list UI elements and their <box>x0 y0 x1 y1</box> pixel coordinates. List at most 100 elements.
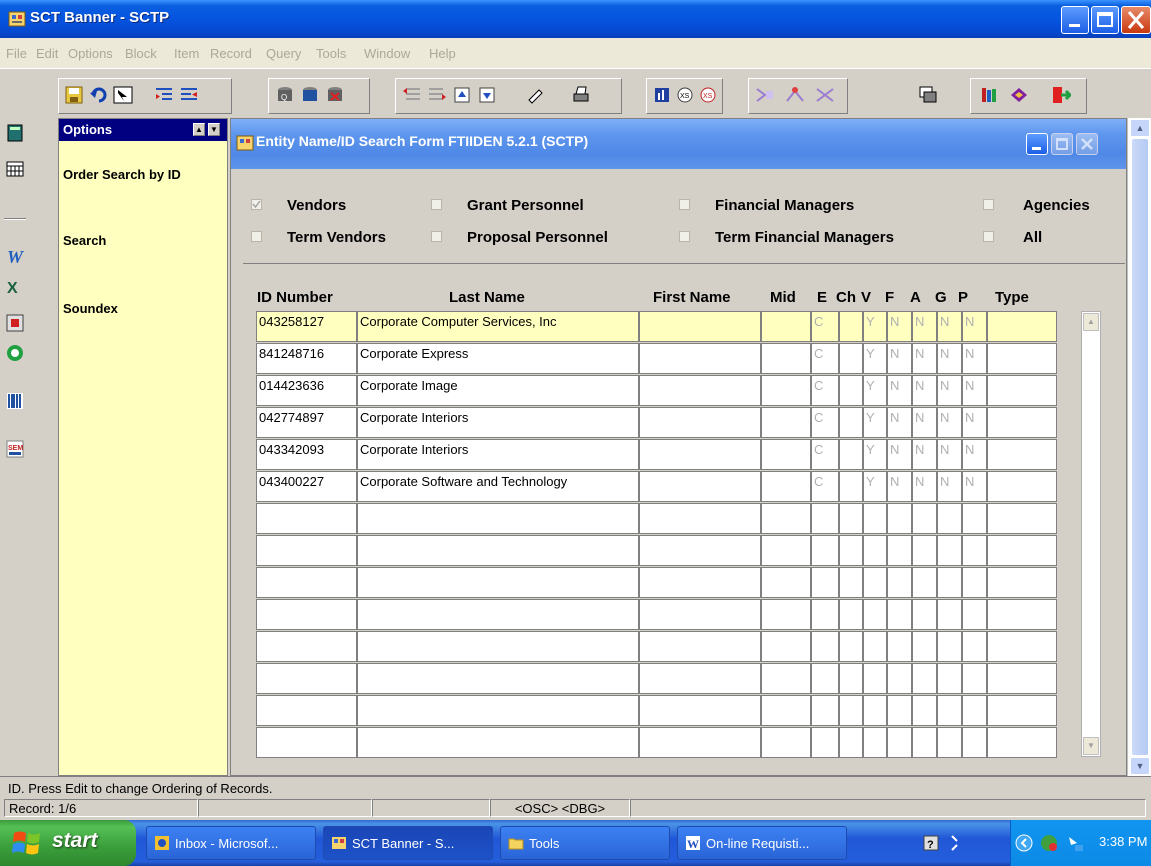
cell-id-number[interactable]: 841248716 <box>256 343 357 374</box>
menu-tools[interactable]: Tools <box>316 46 346 61</box>
remove-record-icon[interactable] <box>179 85 199 105</box>
show-hidden-icons-icon[interactable] <box>1015 834 1033 852</box>
cell-v[interactable] <box>863 535 887 566</box>
cell-g[interactable] <box>937 503 962 534</box>
cell-type[interactable] <box>987 311 1057 342</box>
cell-first-name[interactable] <box>639 439 761 470</box>
cell-first-name[interactable] <box>639 343 761 374</box>
cell-g[interactable]: N <box>937 375 962 406</box>
cell-v[interactable]: Y <box>863 375 887 406</box>
start-button[interactable]: start <box>0 820 136 866</box>
cell-f[interactable]: N <box>887 375 912 406</box>
cell-id-number[interactable] <box>256 663 357 694</box>
previous-record-icon[interactable] <box>452 85 472 105</box>
cell-a[interactable] <box>912 727 937 758</box>
cell-f[interactable]: N <box>887 311 912 342</box>
cell-type[interactable] <box>987 599 1057 630</box>
exit-icon[interactable] <box>1051 85 1071 105</box>
close-button[interactable] <box>1121 6 1151 34</box>
cell-type[interactable] <box>987 567 1057 598</box>
cell-ch[interactable] <box>839 695 863 726</box>
cell-last-name[interactable] <box>357 663 639 694</box>
cell-g[interactable] <box>937 631 962 662</box>
cell-f[interactable]: N <box>887 439 912 470</box>
cell-e[interactable] <box>811 567 839 598</box>
cell-mid[interactable] <box>761 439 811 470</box>
cell-e[interactable] <box>811 663 839 694</box>
cell-first-name[interactable] <box>639 471 761 502</box>
cell-f[interactable] <box>887 599 912 630</box>
cell-p[interactable] <box>962 631 987 662</box>
cell-ch[interactable] <box>839 343 863 374</box>
cell-id-number[interactable]: 043342093 <box>256 439 357 470</box>
cell-g[interactable] <box>937 727 962 758</box>
cell-ch[interactable] <box>839 727 863 758</box>
cell-ch[interactable] <box>839 631 863 662</box>
cell-ch[interactable] <box>839 599 863 630</box>
cell-f[interactable]: N <box>887 343 912 374</box>
cell-type[interactable] <box>987 663 1057 694</box>
cell-type[interactable] <box>987 343 1057 374</box>
task-sct-banner[interactable]: SCT Banner - S... <box>323 826 493 860</box>
menu-file[interactable]: File <box>6 46 27 61</box>
cell-v[interactable]: Y <box>863 407 887 438</box>
cell-ch[interactable] <box>839 375 863 406</box>
cell-e[interactable] <box>811 727 839 758</box>
chart-icon[interactable] <box>652 85 672 105</box>
cell-last-name[interactable] <box>357 599 639 630</box>
cell-g[interactable] <box>937 695 962 726</box>
cell-p[interactable]: N <box>962 407 987 438</box>
calculator-icon[interactable] <box>6 124 24 142</box>
cell-ch[interactable] <box>839 535 863 566</box>
cell-type[interactable] <box>987 695 1057 726</box>
cell-v[interactable]: Y <box>863 343 887 374</box>
cell-id-number[interactable] <box>256 503 357 534</box>
cell-mid[interactable] <box>761 567 811 598</box>
window-scroll-thumb[interactable] <box>1131 138 1149 756</box>
cell-f[interactable] <box>887 631 912 662</box>
cell-p[interactable]: N <box>962 439 987 470</box>
cascade-windows-icon[interactable] <box>918 85 938 105</box>
cell-id-number[interactable] <box>256 535 357 566</box>
option-search[interactable]: Search <box>63 233 106 248</box>
cell-v[interactable] <box>863 631 887 662</box>
cell-g[interactable]: N <box>937 407 962 438</box>
window-scrollbar[interactable]: ▲ ▼ <box>1127 118 1151 776</box>
cell-a[interactable]: N <box>912 343 937 374</box>
cell-last-name[interactable] <box>357 631 639 662</box>
term-vendors-checkbox[interactable] <box>251 231 262 242</box>
cell-id-number[interactable]: 043258127 <box>256 311 357 342</box>
cell-ch[interactable] <box>839 471 863 502</box>
menu-block[interactable]: Block <box>125 46 157 61</box>
all-checkbox[interactable] <box>983 231 994 242</box>
form-minimize-button[interactable] <box>1026 133 1048 155</box>
menu-help[interactable]: Help <box>429 46 456 61</box>
grid-scrollbar[interactable]: ▲ ▼ <box>1081 311 1101 757</box>
edit-icon[interactable] <box>526 85 546 105</box>
grid-scroll-up-button[interactable]: ▲ <box>1083 313 1099 331</box>
cell-p[interactable]: N <box>962 311 987 342</box>
cell-type[interactable] <box>987 503 1057 534</box>
sound-tray-icon[interactable] <box>949 833 961 853</box>
cell-mid[interactable] <box>761 503 811 534</box>
excel-icon[interactable]: X <box>6 278 24 296</box>
cell-e[interactable] <box>811 503 839 534</box>
cell-a[interactable] <box>912 503 937 534</box>
cell-v[interactable] <box>863 599 887 630</box>
cell-a[interactable] <box>912 695 937 726</box>
cell-p[interactable] <box>962 727 987 758</box>
word-icon[interactable]: W <box>6 246 26 266</box>
cell-id-number[interactable] <box>256 599 357 630</box>
cell-p[interactable] <box>962 535 987 566</box>
cell-type[interactable] <box>987 439 1057 470</box>
screen-capture-icon[interactable] <box>6 314 24 332</box>
vendors-checkbox[interactable] <box>251 199 262 210</box>
security-tray-icon[interactable] <box>1065 833 1085 853</box>
cell-mid[interactable] <box>761 727 811 758</box>
cell-mid[interactable] <box>761 695 811 726</box>
cell-id-number[interactable]: 043400227 <box>256 471 357 502</box>
form-title-bar[interactable]: Entity Name/ID Search Form FTIIDEN 5.2.1… <box>231 119 1126 169</box>
cell-e[interactable]: C <box>811 375 839 406</box>
cell-a[interactable]: N <box>912 407 937 438</box>
cell-a[interactable] <box>912 535 937 566</box>
